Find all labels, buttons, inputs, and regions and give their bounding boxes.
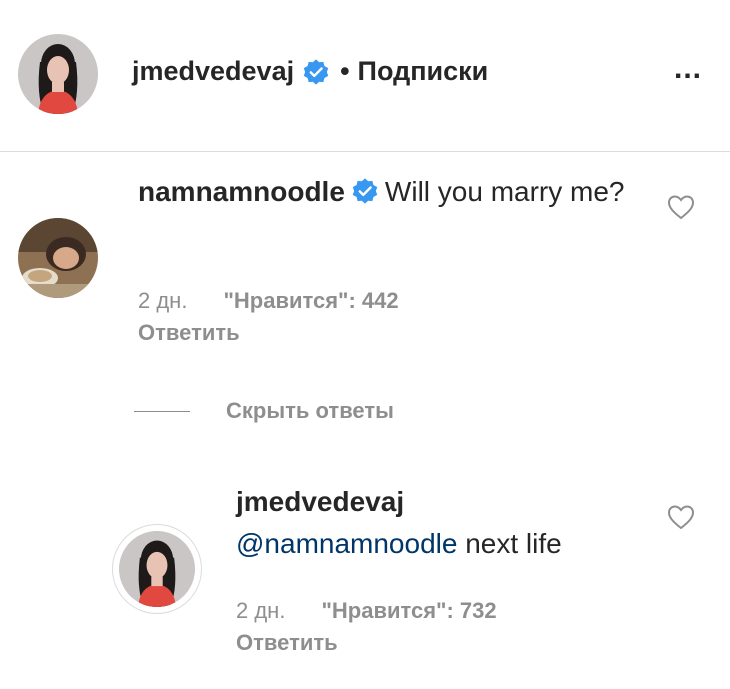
commenter-avatar[interactable] [18, 218, 98, 298]
reply-reply-button[interactable]: Ответить [236, 630, 338, 656]
verified-badge-icon [351, 177, 379, 205]
reply-avatar[interactable] [119, 531, 195, 607]
comment-meta: 2 дн. "Нравится": 442 [138, 288, 399, 314]
following-button[interactable]: Подписки [358, 56, 489, 87]
comment-text: namnamnoodle Will you marry me? [138, 172, 638, 212]
profile-avatar[interactable] [18, 34, 98, 114]
header-line: jmedvedevaj • Подписки [132, 56, 488, 87]
reply-username[interactable]: jmedvedevaj [236, 486, 404, 518]
verified-badge-icon [302, 58, 330, 86]
comment-likes[interactable]: "Нравится": 442 [223, 288, 398, 313]
comment-reply-button[interactable]: Ответить [138, 320, 240, 346]
heart-outline-icon[interactable] [667, 194, 695, 220]
header-separator: • [340, 56, 350, 86]
comment-time[interactable]: 2 дн. [138, 288, 187, 313]
more-options-icon[interactable]: ... [674, 54, 702, 84]
reply-avatar-ring[interactable] [112, 524, 202, 614]
hide-replies-label: Скрыть ответы [226, 398, 394, 423]
commenter-username[interactable]: namnamnoodle [138, 176, 345, 207]
heart-outline-icon[interactable] [667, 504, 695, 530]
hide-replies-button[interactable]: Скрыть ответы [134, 398, 394, 424]
reply-body: next life [457, 528, 562, 559]
reply-time[interactable]: 2 дн. [236, 598, 285, 623]
reply-mention-link[interactable]: @namnamnoodle [236, 528, 457, 559]
reply-text: @namnamnoodle next life [236, 528, 562, 560]
header-username[interactable]: jmedvedevaj [132, 56, 294, 87]
comment-body: Will you marry me? [384, 176, 625, 207]
post-header: jmedvedevaj • Подписки ... [0, 0, 730, 152]
hide-replies-divider [134, 410, 190, 412]
reply-likes[interactable]: "Нравится": 732 [321, 598, 496, 623]
reply-meta: 2 дн. "Нравится": 732 [236, 598, 497, 624]
